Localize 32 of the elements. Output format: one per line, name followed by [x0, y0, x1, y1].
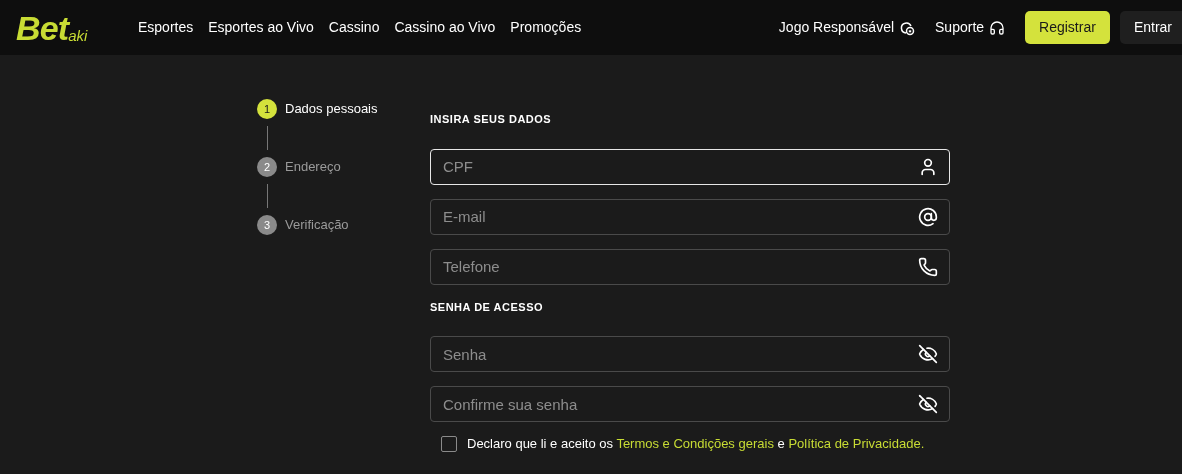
step-number: 3 — [257, 215, 277, 235]
at-sign-icon — [918, 206, 938, 227]
login-button[interactable]: Entrar — [1119, 11, 1182, 44]
register-button[interactable]: Registrar — [1025, 11, 1110, 44]
consent-checkbox[interactable] — [441, 435, 457, 452]
input-field[interactable]: Senha — [430, 336, 950, 372]
nav-link[interactable]: Esportes — [138, 17, 194, 38]
header-link[interactable]: Jogo Responsável — [778, 17, 916, 38]
input-field[interactable]: Confirme sua senha — [430, 386, 950, 422]
nav-link[interactable]: Promoções — [510, 17, 582, 38]
section-title: SENHA DE ACESSO — [430, 299, 545, 315]
header-link[interactable]: Suporte — [935, 17, 1006, 38]
user-icon — [918, 156, 938, 177]
headset-icon — [989, 19, 1006, 36]
phone-icon — [918, 256, 938, 277]
eye-slash-icon[interactable] — [918, 344, 938, 364]
privacy-link[interactable]: Política de Privacidade. — [788, 436, 925, 451]
step-number: 2 — [257, 157, 277, 177]
step-label: Endereço — [285, 158, 341, 177]
section-title: INSIRA SEUS DADOS — [430, 112, 553, 127]
logo[interactable]: Betaki — [16, 10, 120, 45]
terms-link[interactable]: Termos e Condições gerais — [616, 436, 774, 451]
step-label: Verificação — [285, 216, 349, 235]
step-label: Dados pessoais — [285, 100, 378, 119]
consent-text: Declaro que li e aceito os Termos e Condições gerais e Política de Privacidade. — [467, 435, 925, 453]
nav-link[interactable]: Esportes ao Vivo — [208, 17, 314, 38]
input-field[interactable]: Telefone — [430, 248, 950, 285]
eye-slash-icon[interactable] — [918, 394, 938, 414]
nav-link[interactable]: Cassino ao Vivo — [394, 17, 496, 38]
nav-link[interactable]: Cassino — [328, 17, 380, 38]
step-number: 1 — [257, 99, 277, 119]
input-field[interactable]: E-mail — [430, 198, 950, 235]
